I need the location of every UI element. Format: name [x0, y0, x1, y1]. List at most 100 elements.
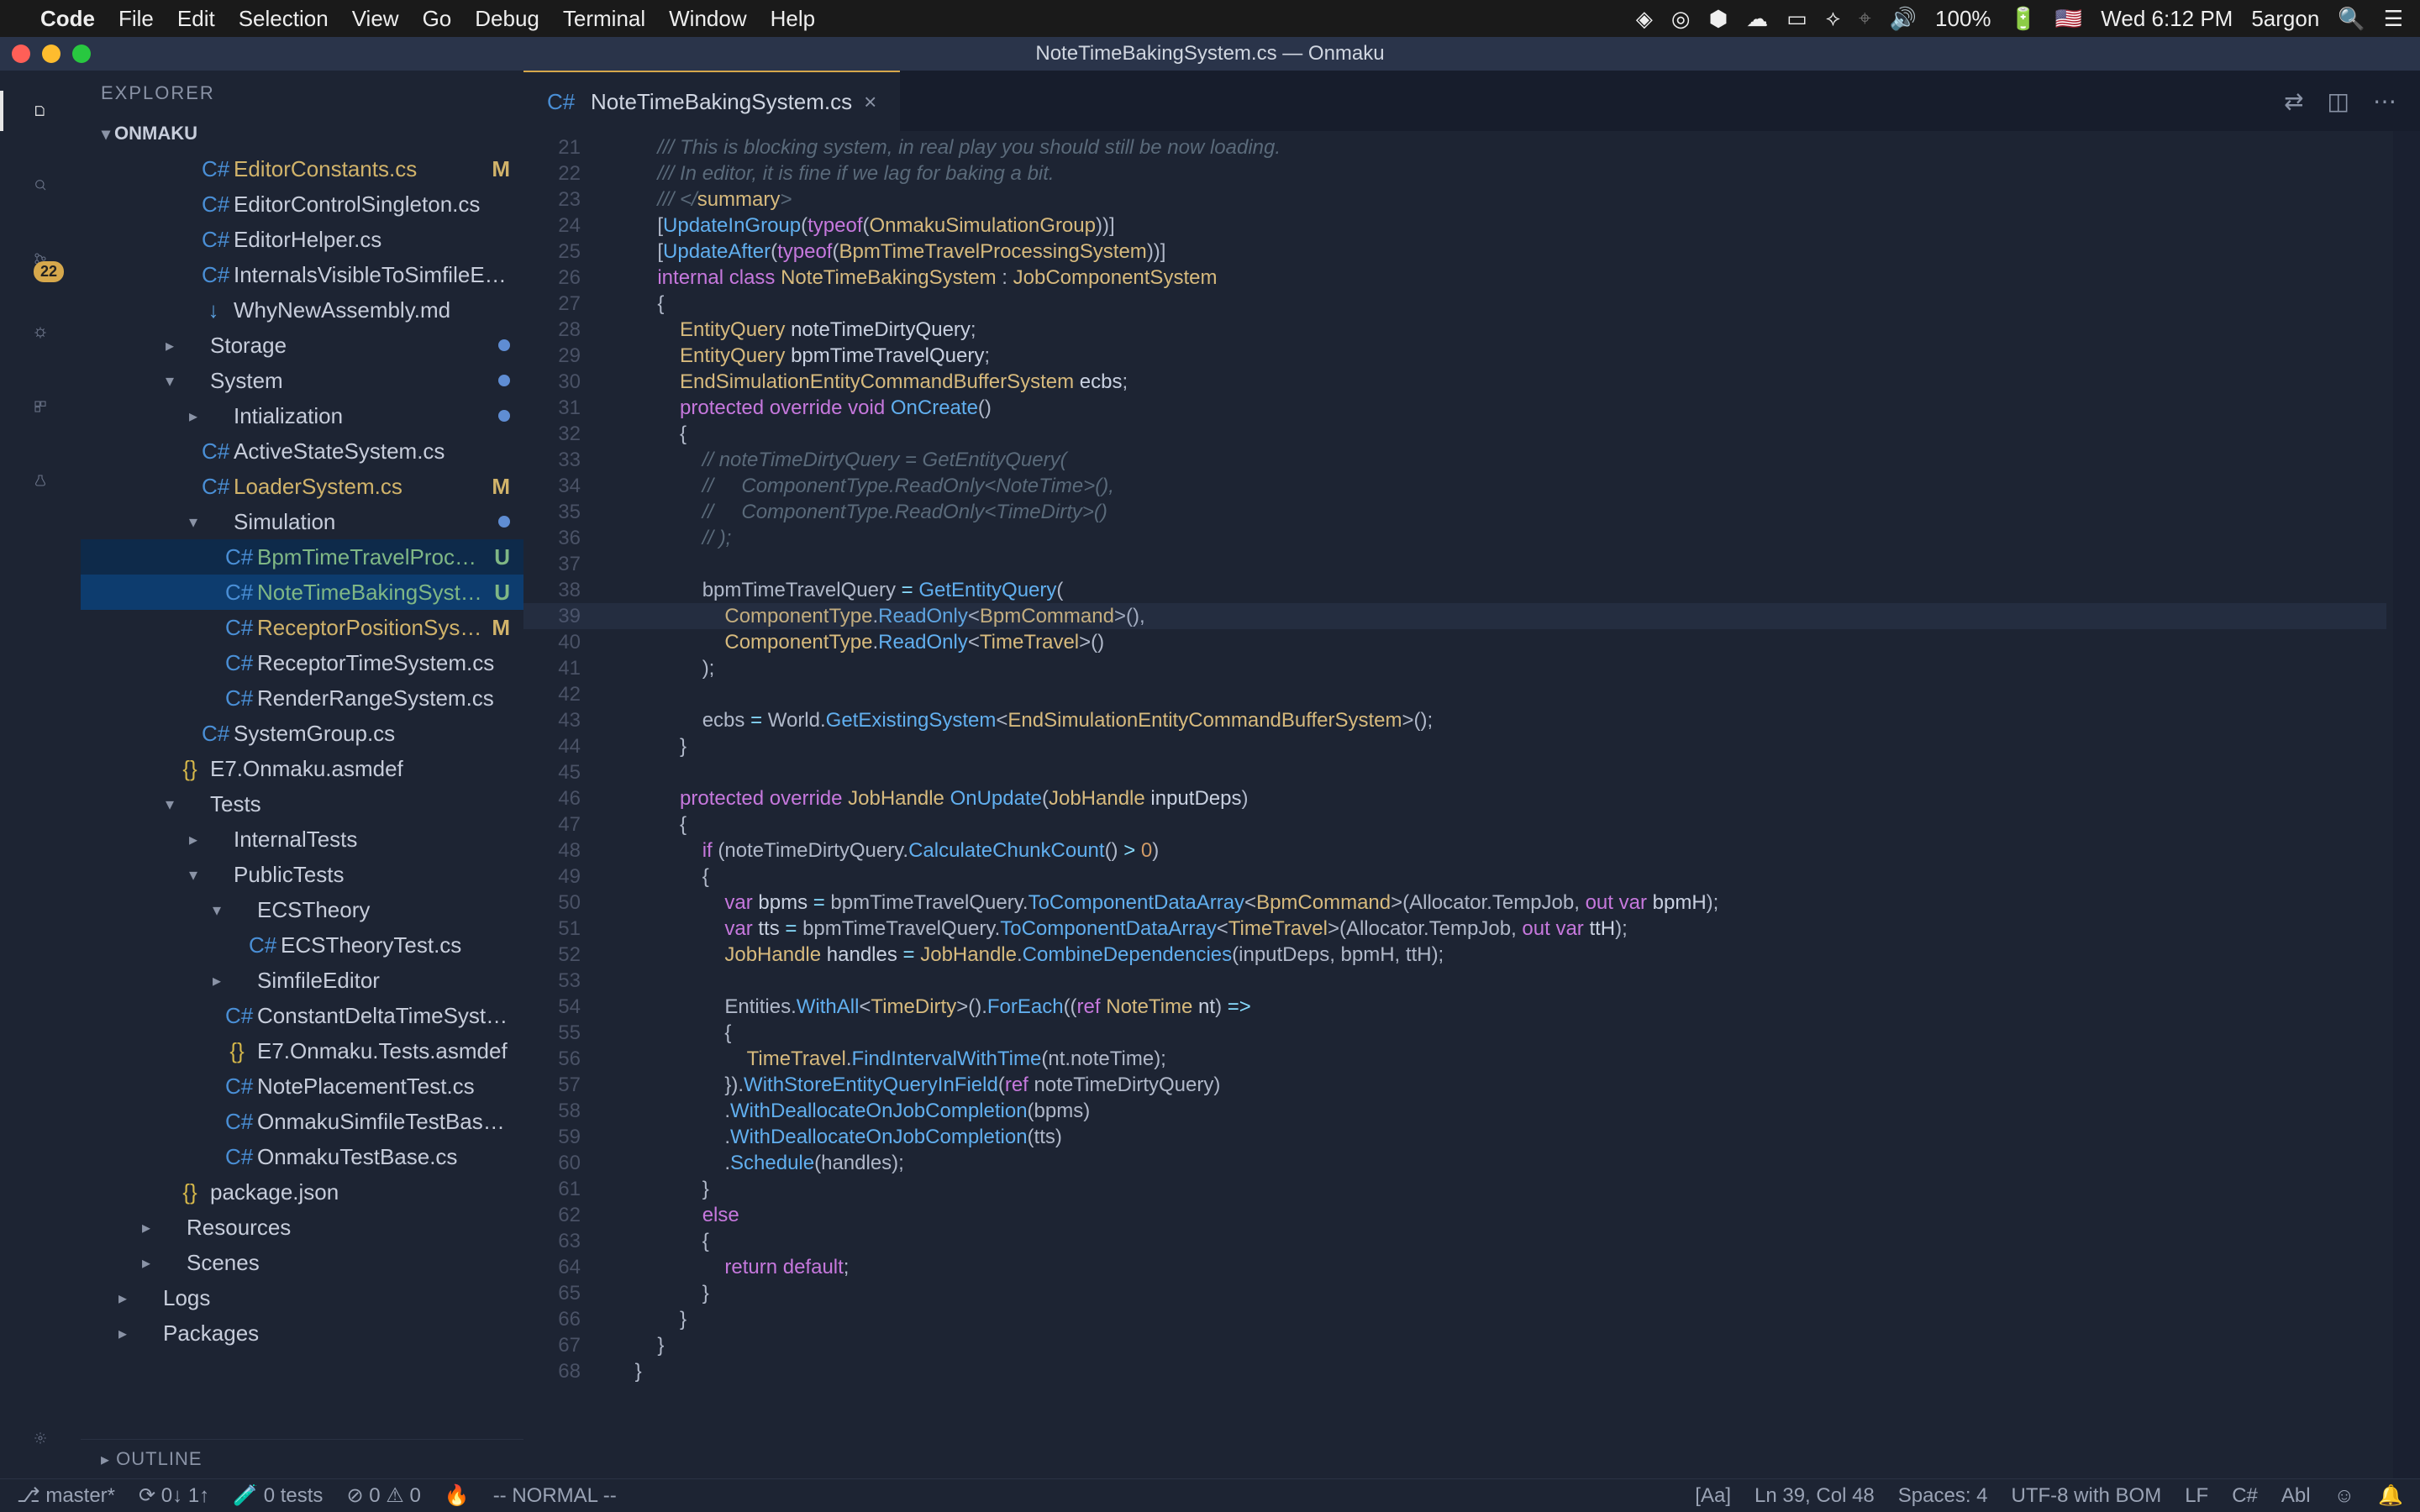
menu-icon[interactable]: ☰: [2384, 6, 2403, 32]
volume-icon[interactable]: 🔊: [1890, 6, 1917, 32]
tests-status[interactable]: 🧪 0 tests: [233, 1483, 323, 1508]
folder-row[interactable]: ▾ECSTheory: [81, 892, 523, 927]
feedback-icon[interactable]: ☺: [2334, 1484, 2355, 1508]
file-row[interactable]: C#NoteTimeBakingSystem.csU: [81, 575, 523, 610]
minimap[interactable]: [2393, 131, 2420, 1478]
bluetooth-icon[interactable]: ⌖: [1859, 5, 1871, 32]
file-row[interactable]: C#InternalsVisibleToSimfileEditor.cs: [81, 257, 523, 292]
language-status[interactable]: C#: [2232, 1484, 2258, 1508]
test-tab-icon[interactable]: [20, 460, 60, 501]
encoding-status[interactable]: UTF-8 with BOM: [2012, 1484, 2162, 1508]
cs-icon: C#: [202, 438, 225, 465]
editor-tab[interactable]: C# NoteTimeBakingSystem.cs ×: [523, 71, 900, 131]
file-row[interactable]: C#NotePlacementTest.cs: [81, 1068, 523, 1104]
folder-row[interactable]: ▾Simulation: [81, 504, 523, 539]
scm-tab-icon[interactable]: 22: [20, 239, 60, 279]
project-header[interactable]: ▾ ONMAKU: [81, 116, 523, 151]
branch-status[interactable]: ⎇ master*: [17, 1483, 115, 1508]
folder-row[interactable]: ▾System: [81, 363, 523, 398]
file-row[interactable]: C#ECSTheoryTest.cs: [81, 927, 523, 963]
indent-status[interactable]: Spaces: 4: [1898, 1484, 1988, 1508]
folder-row[interactable]: ▸SimfileEditor: [81, 963, 523, 998]
problems-status[interactable]: ⊘ 0 ⚠ 0: [346, 1483, 420, 1508]
menu-file[interactable]: File: [118, 6, 154, 32]
compare-icon[interactable]: ⇄: [2284, 87, 2303, 115]
unity-icon[interactable]: ◈: [1636, 6, 1653, 32]
username[interactable]: 5argon: [2251, 6, 2319, 32]
flame-icon[interactable]: 🔥: [445, 1483, 470, 1508]
file-row[interactable]: C#EditorControlSingleton.cs: [81, 186, 523, 222]
zoom-window-button[interactable]: [72, 45, 91, 63]
file-row[interactable]: C#BpmTimeTravelProcessin…U: [81, 539, 523, 575]
display-icon[interactable]: ▭: [1786, 6, 1807, 32]
folder-row[interactable]: ▸Resources: [81, 1210, 523, 1245]
wifi-icon[interactable]: ⟡: [1826, 5, 1840, 32]
file-row[interactable]: {}package.json: [81, 1174, 523, 1210]
flag-icon[interactable]: 🇺🇸: [2055, 6, 2082, 32]
menu-help[interactable]: Help: [771, 6, 815, 32]
split-editor-icon[interactable]: ◫: [2328, 87, 2349, 115]
menu-terminal[interactable]: Terminal: [563, 6, 645, 32]
file-row[interactable]: C#ReceptorPositionSystem.csM: [81, 610, 523, 645]
file-row[interactable]: {}E7.Onmaku.Tests.asmdef: [81, 1033, 523, 1068]
cs-icon: C#: [225, 1003, 249, 1029]
folder-row[interactable]: ▸Storage: [81, 328, 523, 363]
clock[interactable]: Wed 6:12 PM: [2101, 6, 2233, 32]
menu-window[interactable]: Window: [669, 6, 746, 32]
file-row[interactable]: C#EditorConstants.csM: [81, 151, 523, 186]
cloud-icon[interactable]: ☁: [1746, 6, 1768, 32]
debug-tab-icon[interactable]: [20, 312, 60, 353]
file-row[interactable]: {}E7.Onmaku.asmdef: [81, 751, 523, 786]
folder-row[interactable]: ▸Scenes: [81, 1245, 523, 1280]
search-tab-icon[interactable]: [20, 165, 60, 205]
eol-status[interactable]: LF: [2185, 1484, 2208, 1508]
more-actions-icon[interactable]: ⋯: [2373, 87, 2396, 115]
spotlight-icon[interactable]: 🔍: [2338, 6, 2365, 32]
folder-row[interactable]: ▸InternalTests: [81, 822, 523, 857]
folder-row[interactable]: ▸Intialization: [81, 398, 523, 433]
folder-row[interactable]: ▸Logs: [81, 1280, 523, 1315]
item-label: EditorHelper.cs: [234, 227, 510, 253]
file-row[interactable]: C#EditorHelper.cs: [81, 222, 523, 257]
minimize-window-button[interactable]: [42, 45, 60, 63]
bell-icon[interactable]: 🔔: [2378, 1483, 2403, 1508]
file-row[interactable]: C#ConstantDeltaTimeSystem.cs: [81, 998, 523, 1033]
item-label: ECSTheoryTest.cs: [281, 932, 510, 958]
settings-gear-icon[interactable]: [20, 1418, 60, 1458]
menu-go[interactable]: Go: [423, 6, 452, 32]
chevron-right-icon: ▸: [185, 829, 202, 850]
file-row[interactable]: C#RenderRangeSystem.cs: [81, 680, 523, 716]
file-row[interactable]: C#SystemGroup.cs: [81, 716, 523, 751]
tab-status[interactable]: Abl: [2281, 1484, 2311, 1508]
outline-header[interactable]: ▸ OUTLINE: [81, 1439, 523, 1478]
sync-status[interactable]: ⟳ 0↓ 1↑: [139, 1483, 209, 1508]
app-name[interactable]: Code: [40, 6, 95, 32]
dropbox-icon[interactable]: ⬢: [1709, 6, 1728, 32]
file-row[interactable]: C#OnmakuSimfileTestBase.cs: [81, 1104, 523, 1139]
menu-selection[interactable]: Selection: [239, 6, 329, 32]
extensions-tab-icon[interactable]: [20, 386, 60, 427]
code-area[interactable]: 2122232425262728293031323334353637383940…: [523, 131, 2420, 1478]
cursor-position[interactable]: Ln 39, Col 48: [1754, 1484, 1875, 1508]
file-row[interactable]: C#ReceptorTimeSystem.cs: [81, 645, 523, 680]
menu-view[interactable]: View: [352, 6, 399, 32]
line-gutter: 2122232425262728293031323334353637383940…: [523, 131, 596, 1478]
menu-edit[interactable]: Edit: [177, 6, 215, 32]
chevron-right-icon: ▸: [138, 1252, 155, 1273]
file-row[interactable]: C#LoaderSystem.csM: [81, 469, 523, 504]
battery-icon[interactable]: 🔋: [2010, 6, 2037, 32]
folder-row[interactable]: ▸Packages: [81, 1315, 523, 1351]
folder-row[interactable]: ▾PublicTests: [81, 857, 523, 892]
file-row[interactable]: C#ActiveStateSystem.cs: [81, 433, 523, 469]
app-tray-icon[interactable]: ◎: [1671, 6, 1691, 32]
case-toggle[interactable]: [Aa]: [1695, 1484, 1731, 1508]
close-window-button[interactable]: [12, 45, 30, 63]
item-label: E7.Onmaku.Tests.asmdef: [257, 1038, 510, 1064]
menu-debug[interactable]: Debug: [475, 6, 539, 32]
folder-row[interactable]: ▾Tests: [81, 786, 523, 822]
close-tab-icon[interactable]: ×: [864, 89, 876, 115]
file-row[interactable]: C#OnmakuTestBase.cs: [81, 1139, 523, 1174]
explorer-tab-icon[interactable]: [20, 91, 60, 131]
code-content[interactable]: /// This is blocking system, in real pla…: [596, 131, 2420, 1478]
file-row[interactable]: ↓WhyNewAssembly.md: [81, 292, 523, 328]
